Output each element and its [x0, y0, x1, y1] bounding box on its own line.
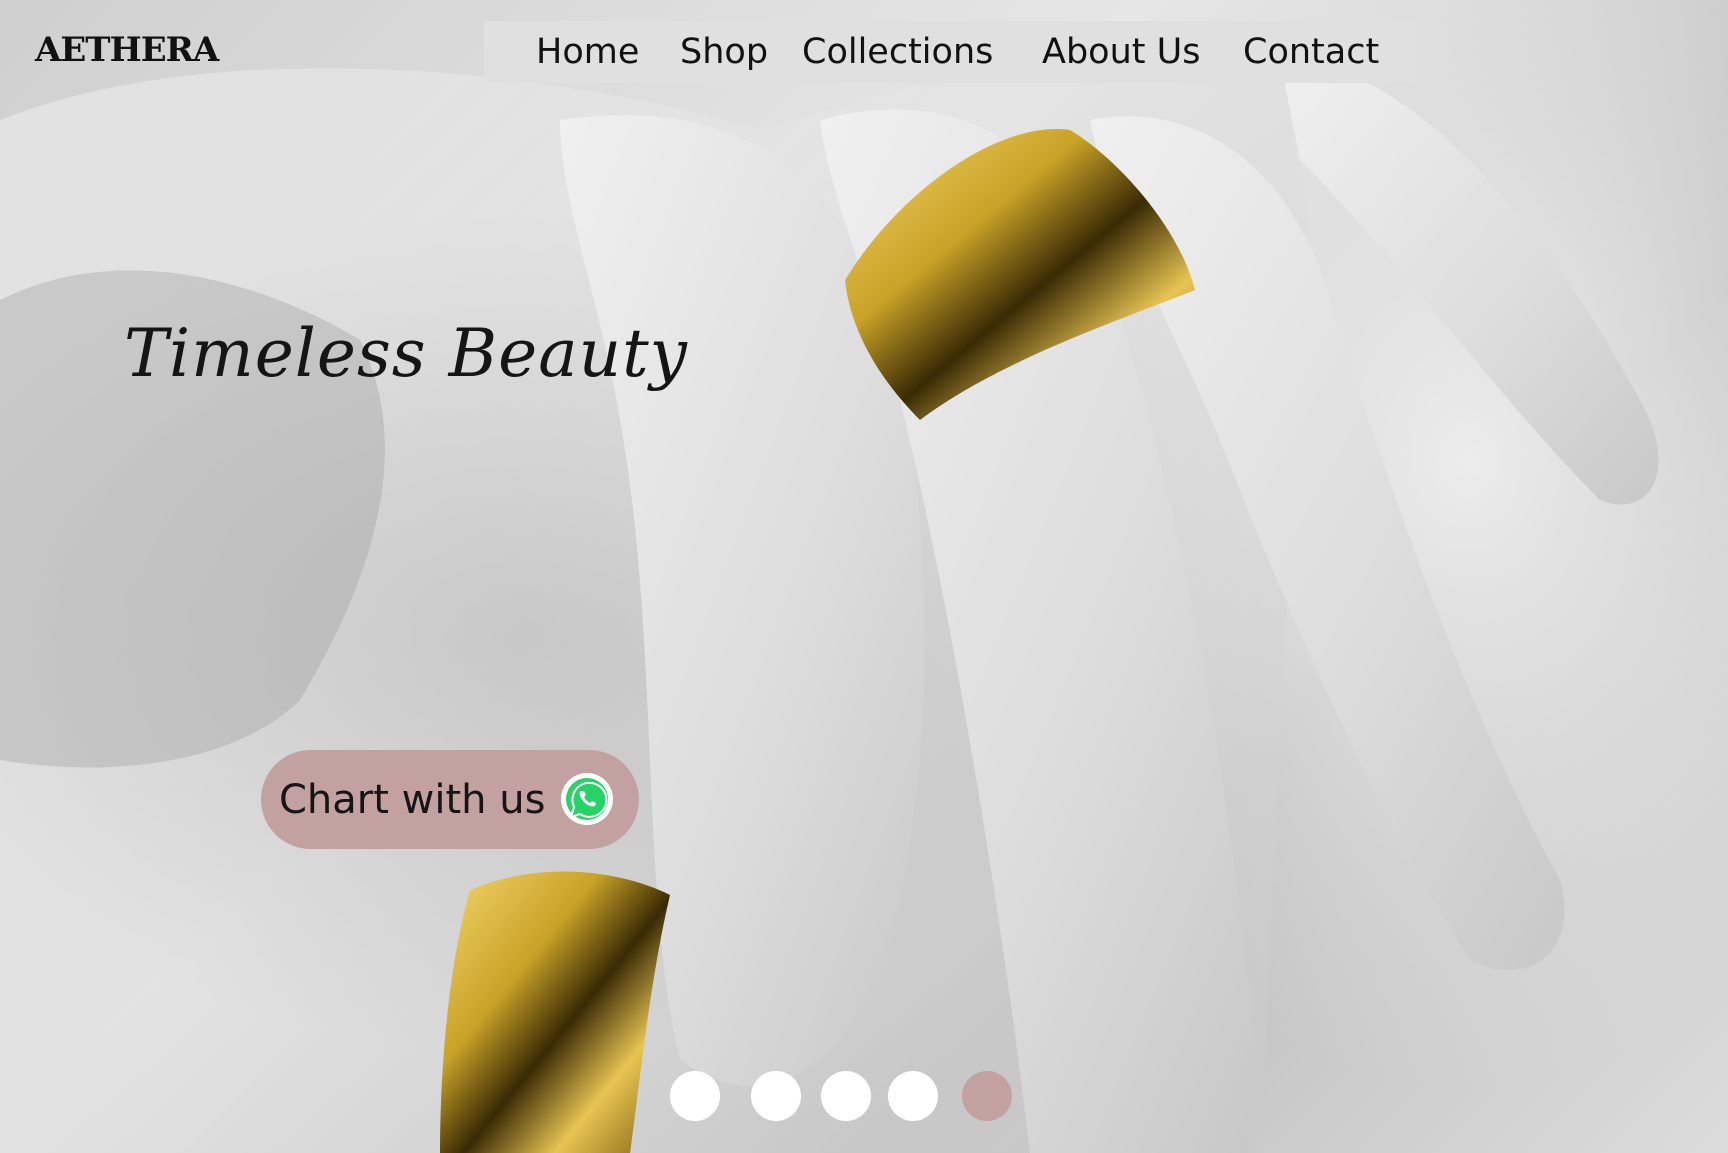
hero-background	[0, 0, 1728, 1153]
nav-contact[interactable]: Contact	[1243, 32, 1379, 72]
nav-about-us[interactable]: About Us	[1042, 32, 1200, 72]
carousel-dot-4[interactable]	[888, 1071, 938, 1121]
main-nav: Home Shop Collections About Us Contact	[484, 21, 1416, 83]
nav-shop[interactable]: Shop	[680, 32, 768, 72]
carousel-dot-1[interactable]	[670, 1071, 720, 1121]
chat-button-label: Chart with us	[279, 776, 546, 823]
carousel-dot-5-active[interactable]	[962, 1071, 1012, 1121]
hero-tagline: Timeless Beauty	[124, 315, 688, 392]
hero-image	[0, 60, 1659, 1153]
whatsapp-icon	[561, 773, 613, 825]
carousel-dot-2[interactable]	[751, 1071, 801, 1121]
chat-with-us-button[interactable]: Chart with us	[261, 750, 639, 849]
nav-collections[interactable]: Collections	[802, 32, 993, 72]
carousel-dot-3[interactable]	[821, 1071, 871, 1121]
brand-logo[interactable]: AETHERA	[35, 30, 219, 70]
nav-home[interactable]: Home	[536, 32, 639, 72]
carousel-indicators	[0, 1071, 1728, 1123]
